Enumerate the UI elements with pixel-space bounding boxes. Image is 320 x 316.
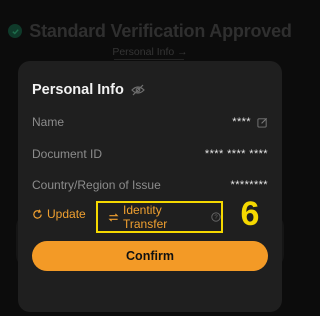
refresh-icon bbox=[32, 209, 43, 220]
identity-transfer-label: Identity Transfer bbox=[123, 203, 168, 231]
check-circle-icon bbox=[8, 24, 23, 38]
name-row: Name **** bbox=[32, 113, 268, 131]
name-value-group: **** bbox=[232, 116, 268, 128]
update-button[interactable]: Update bbox=[32, 205, 86, 223]
background-link-underline bbox=[114, 59, 184, 60]
eye-slash-icon[interactable] bbox=[131, 84, 145, 96]
country-value: ******** bbox=[230, 179, 268, 191]
edit-icon[interactable] bbox=[257, 117, 268, 128]
background-personal-info-link: Personal Info → bbox=[112, 46, 188, 58]
update-label: Update bbox=[47, 207, 86, 221]
document-id-row: Document ID **** **** **** bbox=[32, 145, 268, 163]
confirm-button[interactable]: Confirm bbox=[32, 241, 268, 271]
background-title: Standard Verification Approved bbox=[29, 20, 292, 41]
svg-text:?: ? bbox=[214, 215, 218, 221]
country-label: Country/Region of Issue bbox=[32, 178, 161, 192]
identity-transfer-button[interactable]: Identity Transfer ? bbox=[96, 201, 223, 233]
background-header: Standard Verification Approved bbox=[0, 14, 300, 48]
document-id-value: **** **** **** bbox=[204, 148, 268, 160]
transfer-icon bbox=[108, 212, 119, 223]
personal-info-modal: Personal Info Name **** Document ID ****… bbox=[18, 61, 282, 312]
name-value: **** bbox=[232, 116, 251, 128]
document-id-label: Document ID bbox=[32, 147, 103, 161]
modal-title: Personal Info bbox=[32, 82, 124, 98]
help-icon[interactable]: ? bbox=[211, 212, 221, 222]
step-number-annotation: 6 bbox=[240, 195, 260, 233]
modal-header: Personal Info bbox=[32, 81, 145, 99]
name-label: Name bbox=[32, 115, 65, 129]
country-row: Country/Region of Issue ******** bbox=[32, 176, 268, 194]
